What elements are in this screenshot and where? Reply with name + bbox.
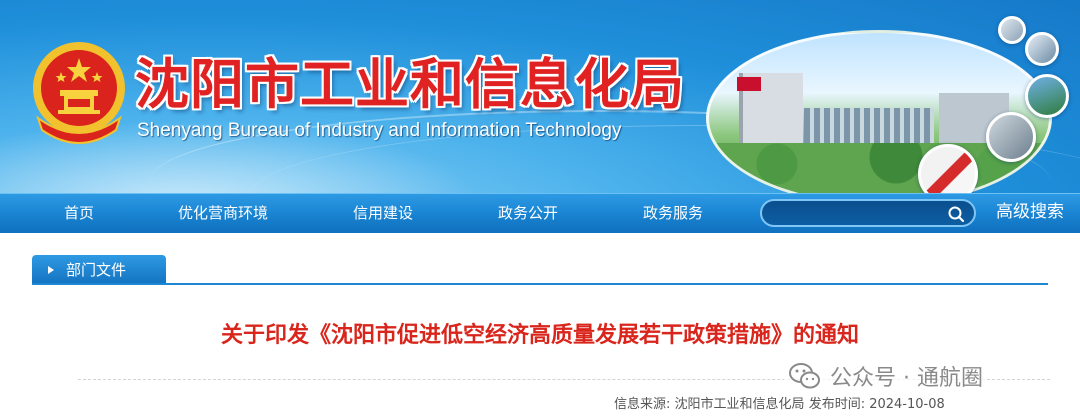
banner-photo-bubble [1025,32,1059,66]
nav-item-credit[interactable]: 信用建设 [353,194,413,234]
search-icon[interactable] [946,204,966,224]
nav-item-business-environment[interactable]: 优化营商环境 [178,194,268,234]
watermark: 公众号 · 通航圈 [784,359,987,393]
published-label: 发布时间: [808,397,866,412]
national-emblem-icon [33,42,125,144]
site-subtitle-english: Shenyang Bureau of Industry and Informat… [137,120,622,141]
site-banner: 沈阳市工业和信息化局 Shenyang Bureau of Industry a… [0,0,1080,193]
article-title: 关于印发《沈阳市促进低空经济高质量发展若干政策措施》的通知 [220,323,859,348]
site-title: 沈阳市工业和信息化局 [135,53,685,116]
search-input[interactable] [774,203,948,225]
search-box [760,199,976,227]
photo-sign [737,77,761,91]
nav-item-home[interactable]: 首页 [64,194,94,234]
banner-photo [706,30,1052,193]
nav-item-open-government[interactable]: 政务公开 [498,194,558,234]
nav-item-government-services[interactable]: 政务服务 [643,194,703,234]
source-value: 沈阳市工业和信息化局 [674,397,805,412]
section-tab-department-documents[interactable]: 部门文件 [32,255,166,285]
advanced-search-link[interactable]: 高级搜索 [996,193,1064,233]
banner-photo-bubble [998,16,1026,44]
banner-photo-bubble [1025,74,1069,118]
article-meta: 信息来源: 沈阳市工业和信息化局 发布时间: 2024-10-08 [614,393,945,412]
watermark-text: 公众号 · 通航圈 [830,366,983,391]
published-value: 2024-10-08 [869,397,945,412]
section-divider [32,283,1048,285]
wechat-icon [789,363,820,389]
source-label: 信息来源: [614,397,671,412]
banner-photo-bubble [986,112,1036,162]
content-area: 部门文件 关于印发《沈阳市促进低空经济高质量发展若干政策措施》的通知 公众号 ·… [0,233,1080,419]
